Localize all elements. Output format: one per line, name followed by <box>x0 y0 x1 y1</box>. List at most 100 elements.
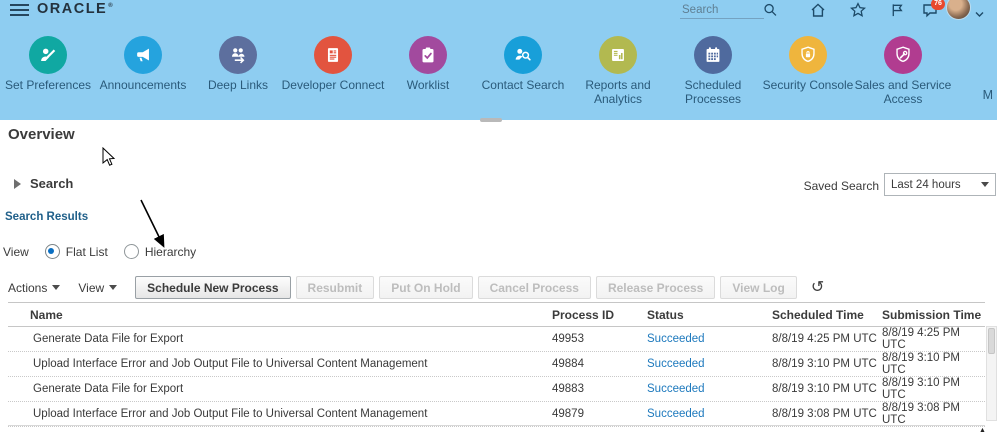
radio-flat-list[interactable] <box>45 244 60 259</box>
status-link[interactable]: Succeeded <box>647 358 772 370</box>
radio-hierarchy-label: Hierarchy <box>145 245 196 259</box>
mouse-cursor <box>102 147 116 167</box>
table-row[interactable]: Upload Interface Error and Job Output Fi… <box>8 402 985 427</box>
cell-scheduled-time: 8/8/19 3:10 PM UTC <box>772 383 882 395</box>
search-section-label: Search <box>30 176 73 191</box>
put-on-hold-button[interactable]: Put On Hold <box>379 276 472 299</box>
document-icon <box>314 36 352 74</box>
column-header-status[interactable]: Status <box>647 308 772 322</box>
hamburger-icon[interactable] <box>10 4 29 17</box>
app-label: Reports and Analytics <box>563 79 673 107</box>
clipboard-check-icon <box>409 36 447 74</box>
scroll-up-arrow-icon[interactable]: ▲ <box>979 427 986 434</box>
app-item-sales-service-access[interactable]: Sales and Service Access <box>855 20 950 120</box>
app-item-set-preferences[interactable]: Set Preferences <box>0 20 95 120</box>
actions-menu[interactable]: Actions <box>8 281 60 295</box>
processes-table: Name Process ID Status Scheduled Time Su… <box>8 302 985 427</box>
cell-scheduled-time: 8/8/19 3:10 PM UTC <box>772 358 882 370</box>
refresh-icon[interactable]: ↺ <box>811 280 824 296</box>
app-item-scheduled-processes[interactable]: Scheduled Processes <box>665 20 760 120</box>
actions-menu-label: Actions <box>8 281 47 295</box>
app-label: Sales and Service Access <box>848 79 958 107</box>
page-title: Overview <box>8 126 75 143</box>
expand-triangle-icon <box>14 179 21 189</box>
app-label: Security Console <box>753 79 863 93</box>
app-item-contact-search[interactable]: Contact Search <box>475 20 570 120</box>
column-header-submission-time[interactable]: Submission Time <box>882 308 985 322</box>
app-label-overflow[interactable]: M <box>983 88 993 102</box>
cell-name: Upload Interface Error and Job Output Fi… <box>8 358 552 370</box>
person-edit-icon <box>29 36 67 74</box>
vertical-scrollbar[interactable] <box>986 326 997 421</box>
radio-hierarchy[interactable] <box>124 244 139 259</box>
panel-resize-handle[interactable] <box>480 118 502 122</box>
cell-name: Generate Data File for Export <box>8 383 552 395</box>
view-log-button[interactable]: View Log <box>720 276 796 299</box>
column-header-name[interactable]: Name <box>8 308 552 322</box>
cell-scheduled-time: 8/8/19 3:08 PM UTC <box>772 408 882 420</box>
brand-text: ORACLE <box>37 1 107 17</box>
status-link[interactable]: Succeeded <box>647 383 772 395</box>
view-menu[interactable]: View <box>78 281 117 295</box>
global-search-input[interactable] <box>680 1 764 19</box>
report-chart-icon <box>599 36 637 74</box>
app-item-developer-connect[interactable]: Developer Connect <box>285 20 380 120</box>
app-item-security-console[interactable]: Security Console <box>760 20 855 120</box>
column-header-scheduled-time[interactable]: Scheduled Time <box>772 308 882 322</box>
table-row[interactable]: Upload Interface Error and Job Output Fi… <box>8 352 985 377</box>
status-link[interactable]: Succeeded <box>647 408 772 420</box>
cell-name: Generate Data File for Export <box>8 333 552 345</box>
cell-process-id: 49879 <box>552 408 647 420</box>
table-toolbar: Actions View Schedule New Process Resubm… <box>8 275 989 300</box>
app-label: Worklist <box>373 79 483 93</box>
shield-lock-icon <box>789 36 827 74</box>
cancel-process-button[interactable]: Cancel Process <box>478 276 591 299</box>
notification-badge: 76 <box>931 0 945 10</box>
app-item-reports-analytics[interactable]: Reports and Analytics <box>570 20 665 120</box>
registered-mark: ® <box>108 3 114 9</box>
app-label: Developer Connect <box>278 79 388 93</box>
cell-submission-time: 8/8/19 4:25 PM UTC <box>882 327 985 351</box>
cell-submission-time: 8/8/19 3:10 PM UTC <box>882 377 985 401</box>
menu-caret-icon <box>109 285 117 290</box>
shield-wrench-icon <box>884 36 922 74</box>
cell-process-id: 49884 <box>552 358 647 370</box>
app-label: Scheduled Processes <box>658 79 768 107</box>
dropdown-caret-icon <box>981 182 989 187</box>
table-row[interactable]: Generate Data File for Export 49883 Succ… <box>8 377 985 402</box>
app-label: Contact Search <box>468 79 578 93</box>
app-label: Announcements <box>88 79 198 93</box>
saved-search-label: Saved Search <box>804 179 879 193</box>
cell-submission-time: 8/8/19 3:08 PM UTC <box>882 402 985 426</box>
saved-search-value: Last 24 hours <box>885 179 981 191</box>
saved-search-select[interactable]: Last 24 hours <box>884 173 996 196</box>
schedule-new-process-button[interactable]: Schedule New Process <box>135 276 290 299</box>
oracle-logo: ORACLE® <box>37 1 114 17</box>
cell-process-id: 49953 <box>552 333 647 345</box>
app-item-announcements[interactable]: Announcements <box>95 20 190 120</box>
global-header: ORACLE® 76 <box>0 0 997 120</box>
search-section-toggle[interactable]: Search <box>14 176 73 191</box>
table-row[interactable]: Generate Data File for Export 49953 Succ… <box>8 327 985 352</box>
app-label: Deep Links <box>183 79 293 93</box>
radio-flat-list-label: Flat List <box>66 245 108 259</box>
column-header-process-id[interactable]: Process ID <box>552 308 647 322</box>
cell-scheduled-time: 8/8/19 4:25 PM UTC <box>772 333 882 345</box>
app-item-deep-links[interactable]: Deep Links <box>190 20 285 120</box>
avatar[interactable] <box>946 0 971 20</box>
people-arrow-icon <box>219 36 257 74</box>
app-item-worklist[interactable]: Worklist <box>380 20 475 120</box>
status-link[interactable]: Succeeded <box>647 333 772 345</box>
scrollbar-thumb[interactable] <box>988 328 995 354</box>
table-bottom-border <box>8 425 985 426</box>
top-toolbar: ORACLE® 76 <box>0 0 997 22</box>
megaphone-icon <box>124 36 162 74</box>
springboard: Set Preferences Announcements <box>0 20 997 120</box>
table-header-row: Name Process ID Status Scheduled Time Su… <box>8 302 985 327</box>
menu-caret-icon <box>52 285 60 290</box>
view-label: View <box>3 245 29 259</box>
search-results-heading: Search Results <box>5 211 88 223</box>
resubmit-button[interactable]: Resubmit <box>296 276 375 299</box>
cell-submission-time: 8/8/19 3:10 PM UTC <box>882 352 985 376</box>
release-process-button[interactable]: Release Process <box>596 276 715 299</box>
